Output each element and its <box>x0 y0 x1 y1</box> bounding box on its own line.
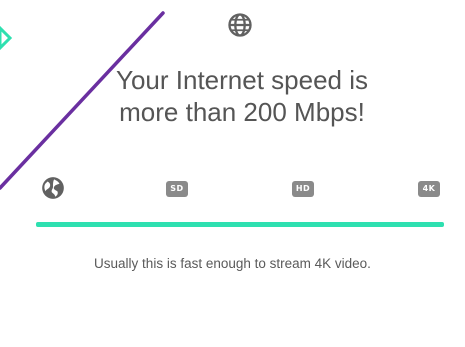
hd-badge-icon: HD <box>292 181 314 197</box>
speed-result-screen: Your Internet speed is more than 200 Mbp… <box>0 0 465 347</box>
4k-badge-icon: 4K <box>418 181 440 197</box>
speed-progress-fill <box>36 222 444 227</box>
headline-line-1: Your Internet speed is <box>116 65 368 95</box>
speed-progress-bar <box>36 222 444 227</box>
speed-tier-row: SD HD 4K <box>0 172 465 200</box>
web-tier-globe-icon <box>42 177 64 199</box>
globe-icon <box>228 13 252 37</box>
sd-badge-icon: SD <box>166 181 188 197</box>
speed-caption: Usually this is fast enough to stream 4K… <box>94 256 371 271</box>
headline-line-2: more than 200 Mbps! <box>119 97 365 127</box>
decorative-diamond-shape <box>0 25 13 51</box>
speed-headline: Your Internet speed is more than 200 Mbp… <box>62 64 422 128</box>
